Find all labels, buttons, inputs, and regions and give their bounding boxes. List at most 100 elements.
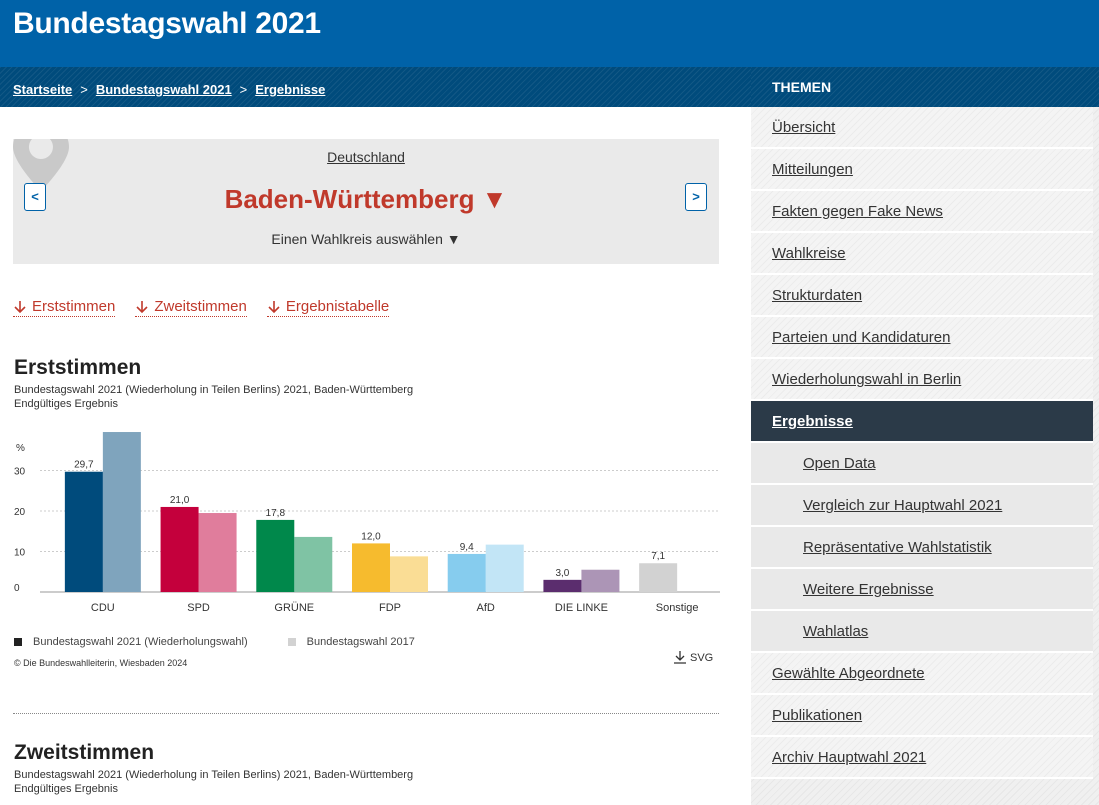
sidebar-item-mitteilungen[interactable]: Mitteilungen — [751, 149, 1093, 191]
breadcrumb-home[interactable]: Startseite — [13, 82, 72, 97]
anchor-label: Zweitstimmen — [154, 298, 247, 315]
sidebar-item-label: Archiv Hauptwahl 2021 — [772, 749, 927, 766]
sidebar-item-wiederholungswahl-in-berlin[interactable]: Wiederholungswahl in Berlin — [751, 359, 1093, 401]
breadcrumb-bar: Startseite > Bundestagswahl 2021 > Ergeb… — [0, 67, 751, 107]
bar-2021-sonstige — [639, 563, 678, 592]
data-label: 3,0 — [555, 568, 569, 579]
arrow-down-icon — [136, 300, 148, 313]
svg-download-button[interactable]: SVG — [674, 651, 713, 664]
anchor-zweitstimmen[interactable]: Zweitstimmen — [135, 298, 247, 317]
site-title[interactable]: Bundestagswahl 2021 — [13, 7, 321, 41]
sidebar-item-label: Fakten gegen Fake News — [772, 203, 943, 220]
category-label: AfD — [477, 602, 495, 614]
sidebar: THEMEN Übersicht Mitteilungen Fakten gegen… — [751, 67, 1099, 805]
copyright-note: © Die Bundeswahlleiterin, Wiesbaden 2024 — [14, 658, 188, 668]
section-divider — [13, 713, 719, 714]
sidebar-item-label: Übersicht — [772, 119, 836, 136]
arrow-down-icon — [14, 300, 26, 313]
y-tick-label: 20 — [14, 507, 26, 518]
category-label: Sonstige — [656, 602, 699, 614]
bar-2017-fdp — [390, 556, 428, 592]
category-label: GRÜNE — [274, 602, 314, 614]
sidebar-item-ergebnisse[interactable]: Ergebnisse — [751, 401, 1093, 443]
sidebar-item-gewählte-abgeordnete[interactable]: Gewählte Abgeordnete — [751, 653, 1093, 695]
svg-download-label: SVG — [690, 651, 714, 664]
prev-region-button[interactable]: < — [24, 183, 46, 211]
sidebar-item-label: Vergleich zur Hauptwahl 2021 — [803, 497, 1003, 514]
zweitstimmen-subtitle: Bundestagswahl 2021 (Wiederholung in Tei… — [14, 769, 414, 781]
anchor-erststimmen[interactable]: Erststimmen — [13, 298, 116, 317]
anchor-ergebnistabelle[interactable]: Ergebnistabelle — [266, 298, 390, 317]
breadcrumb-bundestagswahl[interactable]: Bundestagswahl 2021 — [96, 82, 232, 97]
sidebar-heading: THEMEN — [751, 67, 1099, 107]
sidebar-item-label: Gewählte Abgeordnete — [772, 665, 925, 682]
breadcrumb-ergebnisse[interactable]: Ergebnisse — [255, 82, 325, 97]
breadcrumb-separator: > — [239, 82, 248, 97]
y-tick-label: 30 — [14, 467, 26, 478]
erststimmen-status: Endgültiges Ergebnis — [14, 398, 118, 410]
sidebar-item-publikationen[interactable]: Publikationen — [751, 695, 1093, 737]
sidebar-item-label: Repräsentative Wahlstatistik — [803, 539, 992, 556]
next-region-button[interactable]: > — [685, 183, 707, 211]
sidebar-item-weitere-ergebnisse[interactable]: Weitere Ergebnisse — [751, 569, 1093, 611]
sidebar-item-label: Weitere Ergebnisse — [803, 581, 934, 598]
legend-label-2021: Bundestagswahl 2021 (Wiederholungswahl) — [33, 636, 248, 648]
sidebar-item-übersicht[interactable]: Übersicht — [751, 107, 1093, 149]
wahlkreis-dropdown[interactable]: Einen Wahlkreis auswählen ▼ — [13, 231, 719, 247]
anchor-label: Erststimmen — [32, 298, 116, 315]
site-header: Bundestagswahl 2021 — [0, 0, 1099, 67]
sidebar-item-open-data[interactable]: Open Data — [751, 443, 1093, 485]
anchor-label: Ergebnistabelle — [285, 298, 390, 315]
arrow-down-icon — [268, 300, 280, 313]
sidebar-item-label: Strukturdaten — [772, 287, 863, 304]
country-link[interactable]: Deutschland — [13, 149, 719, 165]
sidebar-item-wahlkreise[interactable]: Wahlkreise — [751, 233, 1093, 275]
sidebar-item-label: Mitteilungen — [772, 161, 853, 178]
sidebar-item-label: Publikationen — [772, 707, 863, 724]
sidebar-item-fakten-gegen-fake-news[interactable]: Fakten gegen Fake News — [751, 191, 1093, 233]
sidebar-item-archiv-hauptwahl-2021[interactable]: Archiv Hauptwahl 2021 — [751, 737, 1093, 779]
section-anchors: Erststimmen Zweitstimmen Ergebnistabelle — [13, 298, 390, 317]
bar-2017-cdu — [102, 432, 141, 592]
data-label: 7,1 — [651, 551, 665, 562]
zweitstimmen-heading: Zweitstimmen — [14, 741, 155, 764]
category-label: CDU — [91, 602, 115, 614]
bar-2021-fdp — [352, 543, 390, 592]
sidebar-item-parteien-und-kandidaturen[interactable]: Parteien und Kandidaturen — [751, 317, 1093, 359]
bar-2021-spd — [160, 506, 199, 592]
sidebar-item-vergleich-zur-hauptwahl-2021[interactable]: Vergleich zur Hauptwahl 2021 — [751, 485, 1093, 527]
category-label: FDP — [379, 602, 401, 614]
category-label: DIE LINKE — [555, 602, 608, 614]
data-label: 17,8 — [266, 508, 286, 519]
legend-swatch-2017 — [287, 638, 296, 646]
y-tick-label: 10 — [14, 548, 26, 559]
erststimmen-subtitle: Bundestagswahl 2021 (Wiederholung in Tei… — [14, 384, 414, 396]
data-label: 12,0 — [361, 531, 381, 542]
zweitstimmen-status: Endgültiges Ergebnis — [14, 783, 118, 795]
sidebar-item-label: Wahlkreise — [772, 245, 846, 262]
region-selector: Deutschland Baden-Württemberg ▼ Einen Wa… — [13, 139, 719, 264]
y-axis-unit: % — [16, 443, 25, 454]
breadcrumb-separator: > — [80, 82, 88, 97]
y-tick-label: 0 — [14, 583, 20, 594]
breadcrumb: Startseite > Bundestagswahl 2021 > Ergeb… — [13, 82, 325, 97]
data-label: 21,0 — [170, 495, 190, 506]
bar-2017-afd — [485, 544, 524, 592]
sidebar-item-label: Open Data — [803, 455, 876, 472]
state-dropdown[interactable]: Baden-Württemberg ▼ — [13, 184, 719, 215]
data-label: 9,4 — [460, 542, 474, 553]
legend-label-2017: Bundestagswahl 2017 — [306, 636, 415, 648]
sidebar-item-label: Wahlatlas — [803, 623, 869, 640]
chart-legend: Bundestagswahl 2021 (Wiederholungswahl) … — [14, 636, 415, 648]
sidebar-nav: Übersicht Mitteilungen Fakten gegen Fake N… — [751, 107, 1093, 779]
sidebar-item-strukturdaten[interactable]: Strukturdaten — [751, 275, 1093, 317]
sidebar-item-label: Wiederholungswahl in Berlin — [772, 371, 962, 388]
erststimmen-heading: Erststimmen — [14, 356, 142, 379]
sidebar-item-wahlatlas[interactable]: Wahlatlas — [751, 611, 1093, 653]
bar-2021-grüne — [256, 519, 295, 592]
bar-2021-die-linke — [543, 579, 582, 592]
sidebar-item-label: Ergebnisse — [772, 413, 853, 430]
sidebar-item-repräsentative-wahlstatistik[interactable]: Repräsentative Wahlstatistik — [751, 527, 1093, 569]
bar-2021-afd — [447, 553, 486, 592]
bar-2017-grüne — [294, 536, 333, 592]
